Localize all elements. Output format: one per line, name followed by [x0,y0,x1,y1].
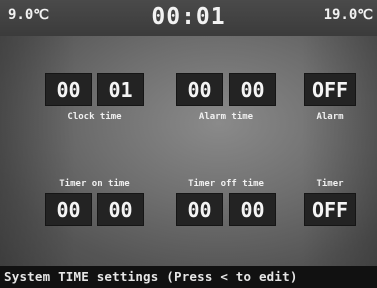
timer-off-minutes-field[interactable]: 00 [229,193,276,226]
current-time: 00:01 [151,4,226,30]
clock-time-label: Clock time [67,112,122,122]
timer-toggle[interactable]: OFF [304,193,356,226]
system-time-settings-screen: 9.0℃ 00:01 19.0℃ 00 01 Clock time 00 00 … [0,0,377,288]
status-text: System TIME settings (Press < to edit) [4,269,298,284]
clock-hours-field[interactable]: 00 [45,73,92,106]
right-temperature: 19.0℃ [323,7,373,23]
timer-on-minutes-field[interactable]: 00 [97,193,144,226]
alarm-minutes-field[interactable]: 00 [229,73,276,106]
alarm-label: Alarm [316,112,344,122]
timer-on-hours-field[interactable]: 00 [45,193,92,226]
timer-off-hours-field[interactable]: 00 [176,193,223,226]
top-bar: 9.0℃ 00:01 19.0℃ [0,0,377,37]
timer-on-time-label: Timer on time [59,179,130,189]
status-bar: System TIME settings (Press < to edit) [0,266,377,288]
clock-minutes-field[interactable]: 01 [97,73,144,106]
alarm-toggle[interactable]: OFF [304,73,356,106]
settings-panel: 00 01 Clock time 00 00 Alarm time OFF Al… [0,36,377,266]
timer-label: Timer [316,179,344,189]
alarm-hours-field[interactable]: 00 [176,73,223,106]
alarm-time-label: Alarm time [198,112,254,122]
timer-off-time-label: Timer off time [188,179,264,189]
